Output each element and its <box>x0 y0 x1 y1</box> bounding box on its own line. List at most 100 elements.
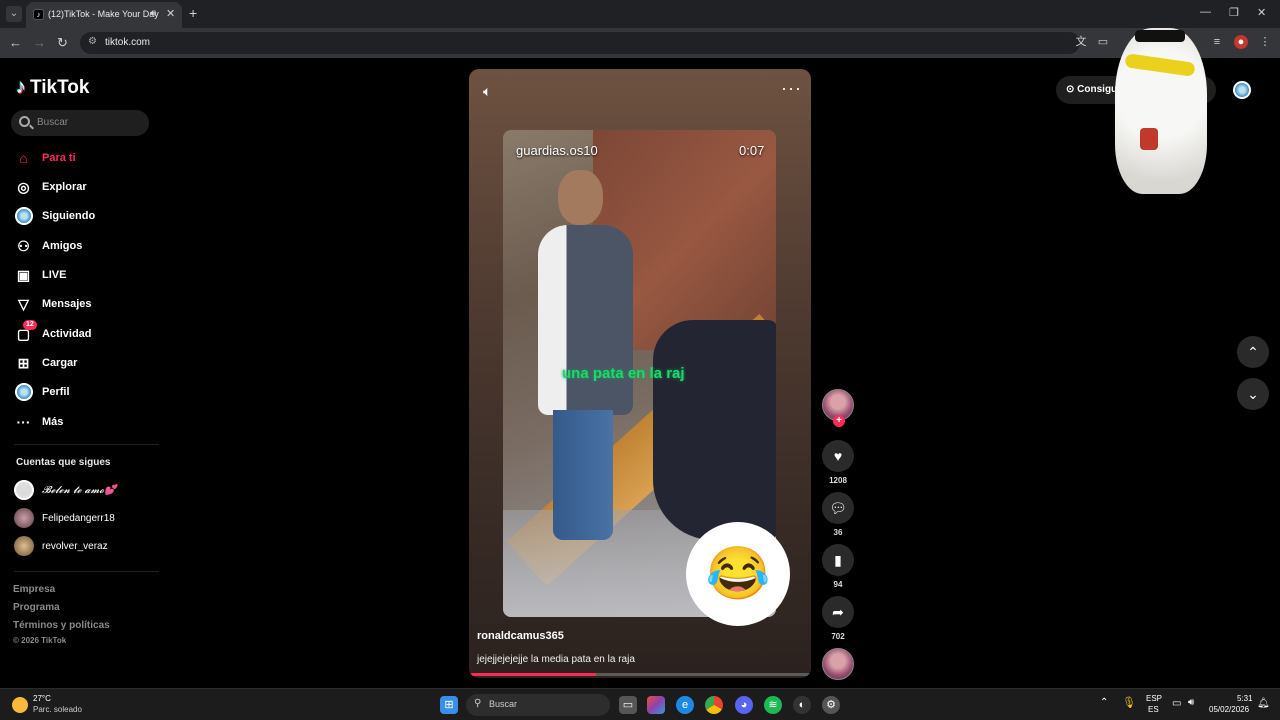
following-account[interactable]: revolver_veraz <box>14 536 108 556</box>
sidebar-item-cargar[interactable]: ⊞ Cargar <box>14 351 154 375</box>
spotify-icon[interactable]: ≋ <box>764 696 782 714</box>
dog-overlay-image <box>1110 8 1210 194</box>
next-video-button[interactable]: ⌄ <box>1237 378 1269 410</box>
video-author[interactable]: ronaldcamus365 <box>477 630 564 642</box>
save-button[interactable]: ▮ 94 <box>822 544 854 589</box>
sidebar-item-mensajes[interactable]: ▽ Mensajes <box>14 292 154 316</box>
language-top[interactable]: ESP <box>1146 694 1162 703</box>
sidebar-item-para-ti[interactable]: ⌂ Para ti <box>14 146 154 170</box>
tiktok-logo[interactable]: ♪ TikTok <box>16 76 89 99</box>
translate-icon[interactable]: 文 <box>1074 35 1088 49</box>
sidebar-item-label: LIVE <box>42 269 67 281</box>
reload-button[interactable]: ↻ <box>57 35 68 51</box>
chrome-icon[interactable] <box>705 696 723 714</box>
footer-link-terminos[interactable]: Términos y políticas <box>13 620 110 631</box>
sidebar-item-mas[interactable]: ··· Más <box>14 410 154 434</box>
new-tab-button[interactable]: + <box>189 5 197 21</box>
back-button[interactable]: ← <box>9 35 22 50</box>
following-account[interactable]: 𝓑𝓮𝓵𝓮𝓷 𝓽𝓮 𝓪𝓶𝓸💕 <box>14 480 117 500</box>
sidebar-item-siguiendo[interactable]: Siguiendo <box>14 204 154 228</box>
profile-avatar[interactable] <box>1233 81 1251 99</box>
share-icon: ➦ <box>822 596 854 628</box>
upload-icon: ⊞ <box>17 354 30 371</box>
sidebar-item-explorar[interactable]: ◎ Explorar <box>14 175 154 199</box>
media-control-icon[interactable]: ≡ <box>1210 35 1224 49</box>
sidebar-item-amigos[interactable]: ⚇ Amigos <box>14 234 154 258</box>
weather-temperature: 27°C <box>33 694 51 703</box>
search-icon <box>19 116 30 127</box>
sidebar-item-label: Para ti <box>42 152 76 164</box>
profile-avatar-icon[interactable]: ● <box>1234 35 1248 49</box>
video-watermark: guardias.os10 <box>516 143 598 158</box>
microphone-icon[interactable]: 🎙︎ <box>1122 696 1136 709</box>
laughing-emoji-sticker: 😂 <box>686 522 790 626</box>
video-progress-bar[interactable] <box>469 673 811 676</box>
tray-overflow-icon[interactable]: ⌃ <box>1100 697 1108 708</box>
language-bottom[interactable]: ES <box>1148 705 1159 714</box>
video-card[interactable]: 🔈︎ ··· guardias.os10 0:07 una pata en la… <box>469 69 811 678</box>
sound-avatar-button[interactable] <box>822 648 854 680</box>
browser-menu-icon[interactable]: ⋮ <box>1258 35 1272 49</box>
sidebar-item-live[interactable]: ▣ LIVE <box>14 263 154 287</box>
share-button[interactable]: ➦ 702 <box>822 596 854 641</box>
maximize-window-button[interactable]: ❐ <box>1229 6 1239 19</box>
clock-time[interactable]: 5:31 <box>1237 694 1253 703</box>
search-input[interactable]: Buscar <box>11 110 149 136</box>
author-avatar-button[interactable]: + <box>822 389 854 427</box>
home-icon: ⌂ <box>19 150 28 166</box>
video-description: jejejjejejejje la media pata en la raja <box>477 654 635 665</box>
forward-button[interactable]: → <box>33 35 46 50</box>
discord-icon[interactable]: ◕ <box>735 696 753 714</box>
volume-icon[interactable]: 🔈︎ <box>483 83 491 100</box>
profile-icon <box>14 383 33 402</box>
sidebar-item-label: Más <box>42 416 64 428</box>
start-icon[interactable]: ⊞ <box>440 696 458 714</box>
clock-date[interactable]: 05/02/2026 <box>1209 705 1249 714</box>
sidebar-item-label: Mensajes <box>42 298 92 310</box>
divider <box>14 571 159 572</box>
previous-video-button[interactable]: ⌃ <box>1237 336 1269 368</box>
notification-icon[interactable]: 🔔︎ <box>1257 698 1270 709</box>
taskbar-search-label: Buscar <box>489 699 518 709</box>
close-tab-icon[interactable]: ✕ <box>166 7 175 20</box>
cast-icon[interactable]: ▭ <box>1096 35 1110 49</box>
compass-icon: ◎ <box>17 178 30 195</box>
browser-toolbar: ← → ↻ ⚙ tiktok.com 文 ▭ ≡ ● ⋮ <box>0 28 1280 58</box>
search-icon: ⚲ <box>474 698 482 709</box>
bookmark-icon: ▮ <box>822 544 854 576</box>
windows-taskbar: 27°C Parc. soleado ⊞ ⚲ Buscar ▭ e ◕ ≋ ◐ … <box>0 688 1280 720</box>
account-name: Felipedangerr18 <box>42 512 115 524</box>
address-bar[interactable]: ⚙ tiktok.com <box>80 32 1080 54</box>
browser-tab[interactable]: ♪ (12)TikTok - Make Your Day 🔊︎ ✕ <box>26 2 182 28</box>
video-timestamp: 0:07 <box>739 143 765 158</box>
sidebar-item-perfil[interactable]: Perfil <box>14 380 154 404</box>
save-count: 94 <box>833 580 843 589</box>
footer-link-programa[interactable]: Programa <box>13 602 60 613</box>
task-view-icon[interactable]: ▭ <box>619 696 637 714</box>
steam-icon[interactable]: ⚙ <box>822 696 840 714</box>
tab-search-button[interactable]: ⌄ <box>6 6 22 22</box>
close-window-button[interactable]: ✕ <box>1257 6 1266 19</box>
taskbar-search[interactable]: ⚲ Buscar <box>466 694 610 716</box>
sidebar-item-actividad[interactable]: ▢ 12 Actividad <box>14 319 154 346</box>
speaker-icon[interactable]: 🔊︎ <box>150 8 156 19</box>
edge-icon[interactable]: e <box>676 696 694 714</box>
like-count: 1208 <box>829 476 847 485</box>
sidebar-item-label: Actividad <box>42 328 92 340</box>
network-icon[interactable]: ▭ <box>1172 698 1181 709</box>
app-icon[interactable]: ◐ <box>793 696 811 714</box>
follow-plus-icon[interactable]: + <box>833 415 845 427</box>
account-name: revolver_veraz <box>42 540 108 552</box>
copilot-icon[interactable] <box>647 696 665 714</box>
weather-icon[interactable] <box>12 697 28 713</box>
browser-tab-bar: ⌄ ♪ (12)TikTok - Make Your Day 🔊︎ ✕ + — … <box>0 0 1280 28</box>
comment-count: 36 <box>833 528 843 537</box>
comment-button[interactable]: 💬︎ 36 <box>822 492 854 537</box>
activity-icon: ▢ 12 <box>14 319 37 344</box>
following-account[interactable]: Felipedangerr18 <box>14 508 115 528</box>
volume-tray-icon[interactable]: 🔊︎ <box>1188 697 1194 708</box>
site-info-icon[interactable]: ⚙ <box>88 36 97 47</box>
more-options-icon[interactable]: ··· <box>781 78 802 99</box>
like-button[interactable]: ♥ 1208 <box>822 440 854 485</box>
footer-link-empresa[interactable]: Empresa <box>13 584 55 595</box>
